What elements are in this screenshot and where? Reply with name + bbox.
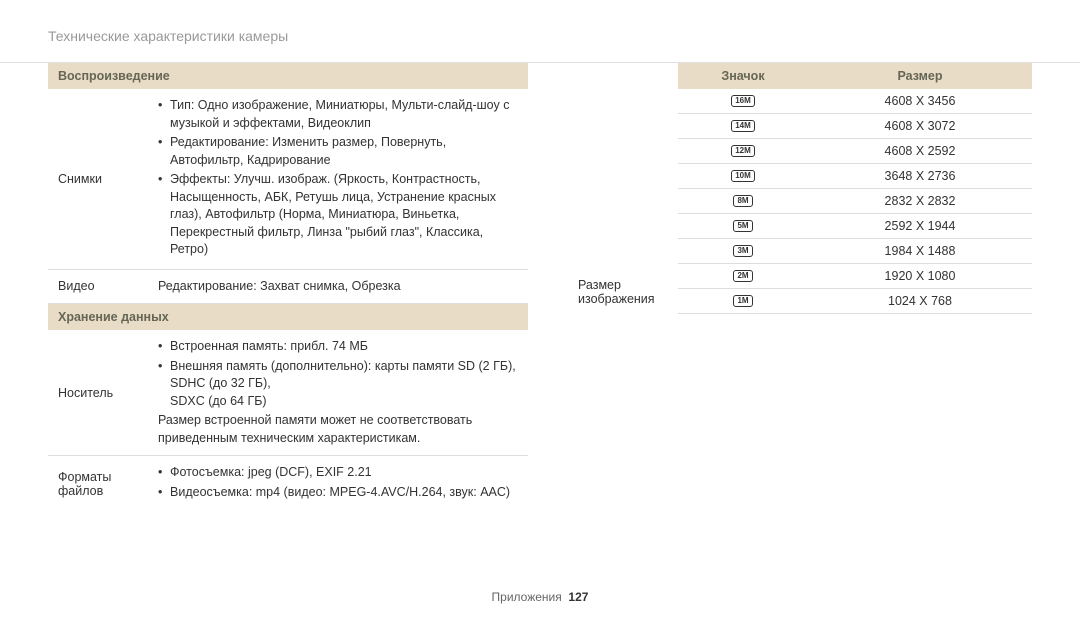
image-size-label: Размер изображения [578,63,678,511]
table-row: 5M 2592 X 1944 [678,214,1032,239]
right-column: Размер изображения Значок Размер 16M 4608… [528,63,1032,511]
table-row: 2M 1920 X 1080 [678,264,1032,289]
footer: Приложения 127 [0,590,1080,604]
row-value-video: Редактирование: Захват снимка, Обрезка [158,278,518,296]
size-value-cell: 1984 X 1488 [808,239,1032,263]
size-value-cell: 1920 X 1080 [808,264,1032,288]
size-icon-cell: 2M [678,264,808,288]
row-file-formats: Форматы файлов Фотосъемка: jpeg (DCF), E… [48,456,528,511]
row-value-photos: Тип: Одно изображение, Миниатюры, Мульти… [158,97,518,261]
row-media: Носитель Встроенная память: прибл. 74 МБ… [48,330,528,456]
bullet: Встроенная память: прибл. 74 МБ [158,338,518,356]
table-row: 14M 4608 X 3072 [678,114,1032,139]
row-video: Видео Редактирование: Захват снимка, Обр… [48,270,528,305]
size-value-cell: 2832 X 2832 [808,189,1032,213]
page-number: 127 [568,590,588,604]
size-value-cell: 4608 X 3456 [808,89,1032,113]
content: Воспроизведение Снимки Тип: Одно изображ… [0,63,1080,511]
th-icon: Значок [678,63,808,89]
section-header-storage: Хранение данных [48,304,528,330]
row-photos: Снимки Тип: Одно изображение, Миниатюры,… [48,89,528,270]
image-size-table: Значок Размер 16M 4608 X 3456 14M 4608 X 30… [678,63,1032,511]
size-value-cell: 2592 X 1944 [808,214,1032,238]
bullet: Видеосъемка: mp4 (видео: MPEG-4.AVC/H.26… [158,484,518,502]
resolution-icon: 8M [733,195,752,208]
row-value-media: Встроенная память: прибл. 74 МБ Внешняя … [158,338,518,447]
size-value-cell: 4608 X 3072 [808,114,1032,138]
size-value-cell: 4608 X 2592 [808,139,1032,163]
table-header: Значок Размер [678,63,1032,89]
table-row: 1M 1024 X 768 [678,289,1032,314]
size-icon-cell: 16M [678,89,808,113]
page-title: Технические характеристики камеры [0,0,1080,44]
th-size: Размер [808,63,1032,89]
footer-label: Приложения [492,590,562,604]
bullet: Внешняя память (дополнительно): карты па… [158,358,518,411]
resolution-icon: 1M [733,295,752,308]
row-label-video: Видео [58,278,158,296]
bullet: Эффекты: Улучш. изображ. (Яркость, Контр… [158,171,518,259]
table-row: 12M 4608 X 2592 [678,139,1032,164]
size-value-cell: 3648 X 2736 [808,164,1032,188]
table-row: 8M 2832 X 2832 [678,189,1032,214]
resolution-icon: 16M [731,95,755,108]
row-value-file-formats: Фотосъемка: jpeg (DCF), EXIF 2.21 Видеос… [158,464,518,503]
row-label-media: Носитель [58,338,158,447]
bullet: Редактирование: Изменить размер, Поверну… [158,134,518,169]
resolution-icon: 14M [731,120,755,133]
left-column: Воспроизведение Снимки Тип: Одно изображ… [48,63,528,511]
size-icon-cell: 1M [678,289,808,313]
size-icon-cell: 10M [678,164,808,188]
size-value-cell: 1024 X 768 [808,289,1032,313]
resolution-icon: 10M [731,170,755,183]
section-header-playback: Воспроизведение [48,63,528,89]
table-row: 16M 4608 X 3456 [678,89,1032,114]
size-icon-cell: 14M [678,114,808,138]
text: Редактирование: Захват снимка, Обрезка [158,278,518,296]
size-icon-cell: 3M [678,239,808,263]
size-icon-cell: 5M [678,214,808,238]
table-row: 3M 1984 X 1488 [678,239,1032,264]
size-icon-cell: 12M [678,139,808,163]
size-icon-cell: 8M [678,189,808,213]
bullet: Тип: Одно изображение, Миниатюры, Мульти… [158,97,518,132]
bullet: Фотосъемка: jpeg (DCF), EXIF 2.21 [158,464,518,482]
resolution-icon: 2M [733,270,752,283]
row-label-photos: Снимки [58,97,158,261]
row-label-file-formats: Форматы файлов [58,464,158,503]
resolution-icon: 3M [733,245,752,258]
resolution-icon: 12M [731,145,755,158]
table-row: 10M 3648 X 2736 [678,164,1032,189]
resolution-icon: 5M [733,220,752,233]
note: Размер встроенной памяти может не соотве… [158,412,518,447]
